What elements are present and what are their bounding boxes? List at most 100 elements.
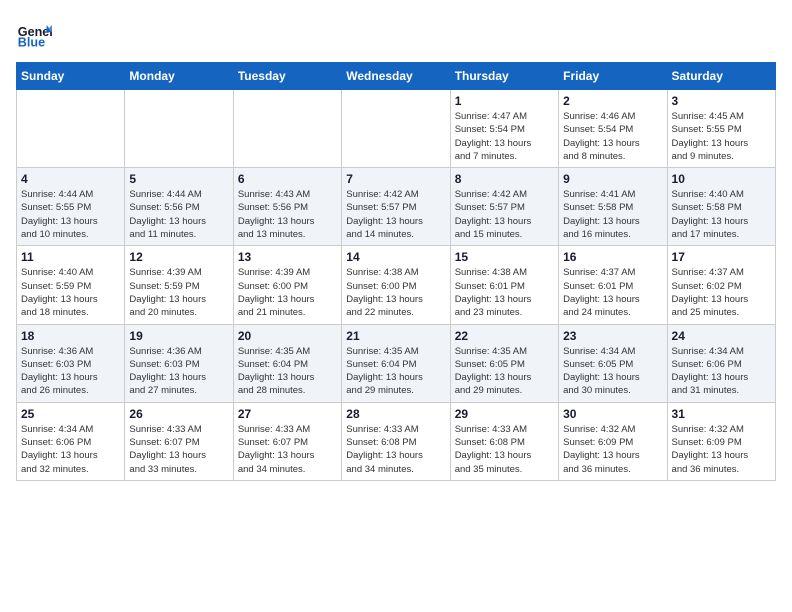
day-number: 21: [346, 329, 445, 343]
calendar-day-cell: 15Sunrise: 4:38 AM Sunset: 6:01 PM Dayli…: [450, 246, 558, 324]
day-info: Sunrise: 4:36 AM Sunset: 6:03 PM Dayligh…: [129, 345, 228, 398]
calendar-day-cell: 28 Sunrise: 4:33 AM Sunset: 6:08 PM Dayli…: [342, 402, 450, 480]
day-info: Sunrise: 4:44 AM Sunset: 5:56 PM Dayligh…: [129, 188, 228, 241]
day-number: 3: [672, 94, 771, 108]
day-number: 5: [129, 172, 228, 186]
day-number: 9: [563, 172, 662, 186]
calendar-table: SundayMondayTuesdayWednesdayThursdayFrid…: [16, 62, 776, 481]
calendar-day-cell: 13 Sunrise: 4:39 AM Sunset: 6:00 PM Dayli…: [233, 246, 341, 324]
day-info: Sunrise: 4:42 AM Sunset: 5:57 PM Dayligh…: [455, 188, 554, 241]
day-of-week-header: Saturday: [667, 63, 775, 90]
day-number: 15: [455, 250, 554, 264]
calendar-day-cell: [17, 90, 125, 168]
calendar-day-cell: 16Sunrise: 4:37 AM Sunset: 6:01 PM Dayli…: [559, 246, 667, 324]
day-info: Sunrise: 4:34 AM Sunset: 6:05 PM Dayligh…: [563, 345, 662, 398]
day-number: 28: [346, 407, 445, 421]
calendar-day-cell: 5 Sunrise: 4:44 AM Sunset: 5:56 PM Daylig…: [125, 168, 233, 246]
logo: General Blue: [16, 16, 52, 52]
calendar-day-cell: 26 Sunrise: 4:33 AM Sunset: 6:07 PM Dayli…: [125, 402, 233, 480]
day-info: Sunrise: 4:47 AM Sunset: 5:54 PM Dayligh…: [455, 110, 554, 163]
day-info: Sunrise: 4:32 AM Sunset: 6:09 PM Dayligh…: [672, 423, 771, 476]
day-info: Sunrise: 4:39 AM Sunset: 5:59 PM Dayligh…: [129, 266, 228, 319]
day-info: Sunrise: 4:38 AM Sunset: 6:00 PM Dayligh…: [346, 266, 445, 319]
day-number: 6: [238, 172, 337, 186]
day-of-week-header: Sunday: [17, 63, 125, 90]
calendar-day-cell: 11 Sunrise: 4:40 AM Sunset: 5:59 PM Dayli…: [17, 246, 125, 324]
calendar-day-cell: 31 Sunrise: 4:32 AM Sunset: 6:09 PM Dayli…: [667, 402, 775, 480]
calendar-day-cell: 17 Sunrise: 4:37 AM Sunset: 6:02 PM Dayli…: [667, 246, 775, 324]
day-info: Sunrise: 4:33 AM Sunset: 6:08 PM Dayligh…: [346, 423, 445, 476]
day-number: 1: [455, 94, 554, 108]
calendar-day-cell: 29Sunrise: 4:33 AM Sunset: 6:08 PM Dayli…: [450, 402, 558, 480]
calendar-day-cell: 20Sunrise: 4:35 AM Sunset: 6:04 PM Dayli…: [233, 324, 341, 402]
calendar-day-cell: 19 Sunrise: 4:36 AM Sunset: 6:03 PM Dayli…: [125, 324, 233, 402]
day-of-week-header: Monday: [125, 63, 233, 90]
day-number: 4: [21, 172, 120, 186]
day-number: 26: [129, 407, 228, 421]
day-info: Sunrise: 4:45 AM Sunset: 5:55 PM Dayligh…: [672, 110, 771, 163]
calendar-day-cell: 27 Sunrise: 4:33 AM Sunset: 6:07 PM Dayli…: [233, 402, 341, 480]
calendar-day-cell: 8 Sunrise: 4:42 AM Sunset: 5:57 PM Daylig…: [450, 168, 558, 246]
day-info: Sunrise: 4:40 AM Sunset: 5:59 PM Dayligh…: [21, 266, 120, 319]
calendar-week-row: 1 Sunrise: 4:47 AM Sunset: 5:54 PM Daylig…: [17, 90, 776, 168]
day-info: Sunrise: 4:46 AM Sunset: 5:54 PM Dayligh…: [563, 110, 662, 163]
day-number: 8: [455, 172, 554, 186]
calendar-day-cell: 23Sunrise: 4:34 AM Sunset: 6:05 PM Dayli…: [559, 324, 667, 402]
day-number: 2: [563, 94, 662, 108]
calendar-day-cell: 4 Sunrise: 4:44 AM Sunset: 5:55 PM Daylig…: [17, 168, 125, 246]
day-info: Sunrise: 4:35 AM Sunset: 6:05 PM Dayligh…: [455, 345, 554, 398]
day-of-week-header: Wednesday: [342, 63, 450, 90]
day-number: 7: [346, 172, 445, 186]
day-info: Sunrise: 4:37 AM Sunset: 6:02 PM Dayligh…: [672, 266, 771, 319]
day-number: 29: [455, 407, 554, 421]
calendar-day-cell: 7 Sunrise: 4:42 AM Sunset: 5:57 PM Daylig…: [342, 168, 450, 246]
calendar-day-cell: 18 Sunrise: 4:36 AM Sunset: 6:03 PM Dayli…: [17, 324, 125, 402]
calendar-week-row: 11 Sunrise: 4:40 AM Sunset: 5:59 PM Dayli…: [17, 246, 776, 324]
calendar-header-row: SundayMondayTuesdayWednesdayThursdayFrid…: [17, 63, 776, 90]
day-info: Sunrise: 4:36 AM Sunset: 6:03 PM Dayligh…: [21, 345, 120, 398]
day-number: 11: [21, 250, 120, 264]
day-number: 30: [563, 407, 662, 421]
day-number: 13: [238, 250, 337, 264]
svg-text:Blue: Blue: [18, 36, 45, 50]
day-info: Sunrise: 4:34 AM Sunset: 6:06 PM Dayligh…: [21, 423, 120, 476]
calendar-day-cell: 30 Sunrise: 4:32 AM Sunset: 6:09 PM Dayli…: [559, 402, 667, 480]
calendar-day-cell: 25 Sunrise: 4:34 AM Sunset: 6:06 PM Dayli…: [17, 402, 125, 480]
logo-icon: General Blue: [16, 16, 52, 52]
day-number: 14: [346, 250, 445, 264]
day-info: Sunrise: 4:44 AM Sunset: 5:55 PM Dayligh…: [21, 188, 120, 241]
calendar-day-cell: 9Sunrise: 4:41 AM Sunset: 5:58 PM Daylig…: [559, 168, 667, 246]
calendar-day-cell: [233, 90, 341, 168]
day-info: Sunrise: 4:40 AM Sunset: 5:58 PM Dayligh…: [672, 188, 771, 241]
day-info: Sunrise: 4:32 AM Sunset: 6:09 PM Dayligh…: [563, 423, 662, 476]
calendar-day-cell: 6 Sunrise: 4:43 AM Sunset: 5:56 PM Daylig…: [233, 168, 341, 246]
day-number: 18: [21, 329, 120, 343]
day-info: Sunrise: 4:43 AM Sunset: 5:56 PM Dayligh…: [238, 188, 337, 241]
day-number: 16: [563, 250, 662, 264]
day-info: Sunrise: 4:33 AM Sunset: 6:07 PM Dayligh…: [129, 423, 228, 476]
day-number: 31: [672, 407, 771, 421]
day-number: 22: [455, 329, 554, 343]
day-number: 10: [672, 172, 771, 186]
day-info: Sunrise: 4:42 AM Sunset: 5:57 PM Dayligh…: [346, 188, 445, 241]
day-info: Sunrise: 4:39 AM Sunset: 6:00 PM Dayligh…: [238, 266, 337, 319]
day-info: Sunrise: 4:33 AM Sunset: 6:07 PM Dayligh…: [238, 423, 337, 476]
day-number: 25: [21, 407, 120, 421]
day-number: 19: [129, 329, 228, 343]
day-number: 27: [238, 407, 337, 421]
calendar-day-cell: 12Sunrise: 4:39 AM Sunset: 5:59 PM Dayli…: [125, 246, 233, 324]
day-number: 24: [672, 329, 771, 343]
day-number: 17: [672, 250, 771, 264]
calendar-day-cell: 2 Sunrise: 4:46 AM Sunset: 5:54 PM Daylig…: [559, 90, 667, 168]
day-of-week-header: Tuesday: [233, 63, 341, 90]
calendar-day-cell: [125, 90, 233, 168]
day-info: Sunrise: 4:35 AM Sunset: 6:04 PM Dayligh…: [346, 345, 445, 398]
calendar-day-cell: 24 Sunrise: 4:34 AM Sunset: 6:06 PM Dayli…: [667, 324, 775, 402]
day-of-week-header: Thursday: [450, 63, 558, 90]
calendar-day-cell: 1 Sunrise: 4:47 AM Sunset: 5:54 PM Daylig…: [450, 90, 558, 168]
calendar-week-row: 4 Sunrise: 4:44 AM Sunset: 5:55 PM Daylig…: [17, 168, 776, 246]
calendar-day-cell: 3 Sunrise: 4:45 AM Sunset: 5:55 PM Daylig…: [667, 90, 775, 168]
day-info: Sunrise: 4:34 AM Sunset: 6:06 PM Dayligh…: [672, 345, 771, 398]
day-info: Sunrise: 4:35 AM Sunset: 6:04 PM Dayligh…: [238, 345, 337, 398]
calendar-day-cell: [342, 90, 450, 168]
